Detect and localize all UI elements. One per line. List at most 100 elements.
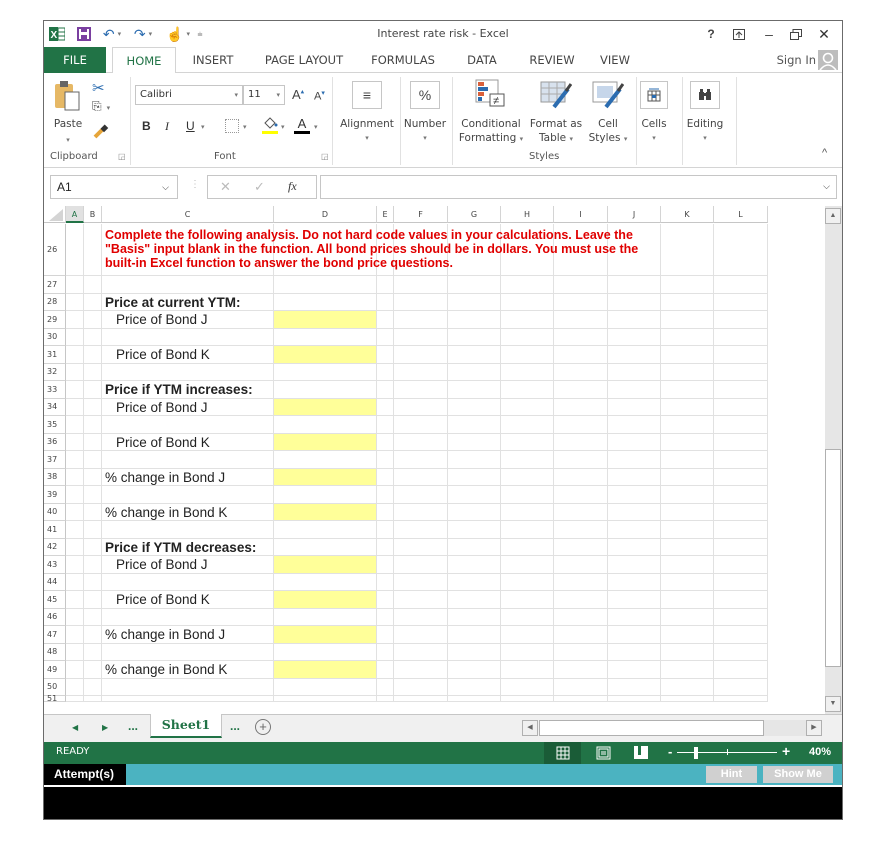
borders-dropdown-caret[interactable]: ▾	[243, 123, 247, 131]
cell-h34[interactable]	[501, 398, 554, 416]
cell-b31[interactable]	[84, 346, 102, 364]
row-header-27[interactable]: 27	[44, 276, 66, 294]
cell-f50[interactable]	[394, 678, 448, 696]
answer-input-d36[interactable]	[274, 433, 376, 450]
tab-data[interactable]: DATA	[454, 47, 510, 73]
borders-icon[interactable]	[225, 119, 239, 133]
cell-l47[interactable]	[714, 626, 768, 644]
cell-k43[interactable]	[661, 556, 714, 574]
fill-color-dropdown-caret[interactable]: ▾	[281, 123, 285, 131]
cell-c41[interactable]	[102, 521, 274, 539]
cell-g34[interactable]	[448, 398, 501, 416]
cell-k32[interactable]	[661, 363, 714, 381]
cell-j40[interactable]	[608, 503, 661, 521]
cell-j50[interactable]	[608, 678, 661, 696]
column-header-k[interactable]: K	[661, 206, 714, 223]
cell-g42[interactable]	[448, 538, 501, 556]
cell-k50[interactable]	[661, 678, 714, 696]
hint-button[interactable]: Hint	[706, 766, 757, 783]
cell-j39[interactable]	[608, 486, 661, 504]
cell-d46[interactable]	[274, 608, 377, 626]
ribbon-display-options-icon[interactable]	[730, 25, 748, 43]
cell-d27[interactable]	[274, 276, 377, 294]
cell-g46[interactable]	[448, 608, 501, 626]
cell-d51[interactable]	[274, 696, 377, 702]
cell-g32[interactable]	[448, 363, 501, 381]
cell-j38[interactable]	[608, 468, 661, 486]
underline-dropdown-caret[interactable]: ▾	[201, 123, 205, 131]
cell-f40[interactable]	[394, 503, 448, 521]
cell-f36[interactable]	[394, 433, 448, 451]
cell-e41[interactable]	[377, 521, 394, 539]
cell-k30[interactable]	[661, 328, 714, 346]
cell-h30[interactable]	[501, 328, 554, 346]
cell-i49[interactable]	[554, 661, 608, 679]
cell-e28[interactable]	[377, 293, 394, 311]
paste-icon[interactable]	[54, 79, 82, 113]
cell-d30[interactable]	[274, 328, 377, 346]
row-header-42[interactable]: 42	[44, 538, 66, 556]
cell-f44[interactable]	[394, 573, 448, 591]
cell-d32[interactable]	[274, 363, 377, 381]
alignment-button[interactable]: Alignment	[336, 117, 398, 131]
answer-input-d31[interactable]	[274, 346, 376, 363]
cell-c44[interactable]	[102, 573, 274, 591]
column-header-a[interactable]: A	[66, 206, 84, 223]
cell-e37[interactable]	[377, 451, 394, 469]
cell-d33[interactable]	[274, 381, 377, 399]
cell-b51[interactable]	[84, 696, 102, 702]
cell-c30[interactable]	[102, 328, 274, 346]
cell-h44[interactable]	[501, 573, 554, 591]
restore-icon[interactable]	[788, 25, 804, 43]
cell-f46[interactable]	[394, 608, 448, 626]
cell-k38[interactable]	[661, 468, 714, 486]
cell-b38[interactable]	[84, 468, 102, 486]
format-as-table-button[interactable]: Format as Table ▾	[528, 117, 584, 146]
cell-i33[interactable]	[554, 381, 608, 399]
answer-input-d34[interactable]	[274, 398, 376, 415]
cell-c48[interactable]	[102, 643, 274, 661]
cell-h40[interactable]	[501, 503, 554, 521]
format-painter-icon[interactable]	[93, 123, 109, 139]
cell-e46[interactable]	[377, 608, 394, 626]
cell-h43[interactable]	[501, 556, 554, 574]
cell-i45[interactable]	[554, 591, 608, 609]
row-header-35[interactable]: 35	[44, 416, 66, 434]
cell-h45[interactable]	[501, 591, 554, 609]
cell-e43[interactable]	[377, 556, 394, 574]
cell-b37[interactable]	[84, 451, 102, 469]
cell-b27[interactable]	[84, 276, 102, 294]
cell-j36[interactable]	[608, 433, 661, 451]
vertical-scroll-thumb[interactable]	[825, 449, 841, 667]
cell-j30[interactable]	[608, 328, 661, 346]
cell-a44[interactable]	[66, 573, 84, 591]
cell-j51[interactable]	[608, 696, 661, 702]
sign-in-link[interactable]: Sign In	[770, 47, 816, 73]
cell-f39[interactable]	[394, 486, 448, 504]
cell-f29[interactable]	[394, 311, 448, 329]
cell-b41[interactable]	[84, 521, 102, 539]
cell-e36[interactable]	[377, 433, 394, 451]
vertical-scrollbar[interactable]: ▲ ▼	[825, 206, 842, 714]
font-size-dropdown[interactable]: 11 ▾	[243, 85, 285, 105]
cell-d41[interactable]	[274, 521, 377, 539]
cell-b33[interactable]	[84, 381, 102, 399]
row-header-44[interactable]: 44	[44, 573, 66, 591]
cell-k44[interactable]	[661, 573, 714, 591]
cell-l31[interactable]	[714, 346, 768, 364]
column-header-e[interactable]: E	[377, 206, 394, 223]
cell-e39[interactable]	[377, 486, 394, 504]
cell-j47[interactable]	[608, 626, 661, 644]
tab-insert[interactable]: INSERT	[182, 47, 244, 73]
cell-j46[interactable]	[608, 608, 661, 626]
cell-a34[interactable]	[66, 398, 84, 416]
cell-h51[interactable]	[501, 696, 554, 702]
row-header-48[interactable]: 48	[44, 643, 66, 661]
cell-b49[interactable]	[84, 661, 102, 679]
sheet-scroll-prev-button[interactable]: ◀	[72, 723, 78, 732]
cell-l26[interactable]	[714, 224, 768, 276]
name-box-dropdown-icon[interactable]: ⌵	[162, 182, 169, 193]
alignment-dropdown-caret[interactable]: ▾	[336, 131, 398, 145]
minimize-icon[interactable]: –	[762, 25, 776, 43]
cancel-icon[interactable]: ✕	[220, 179, 231, 195]
